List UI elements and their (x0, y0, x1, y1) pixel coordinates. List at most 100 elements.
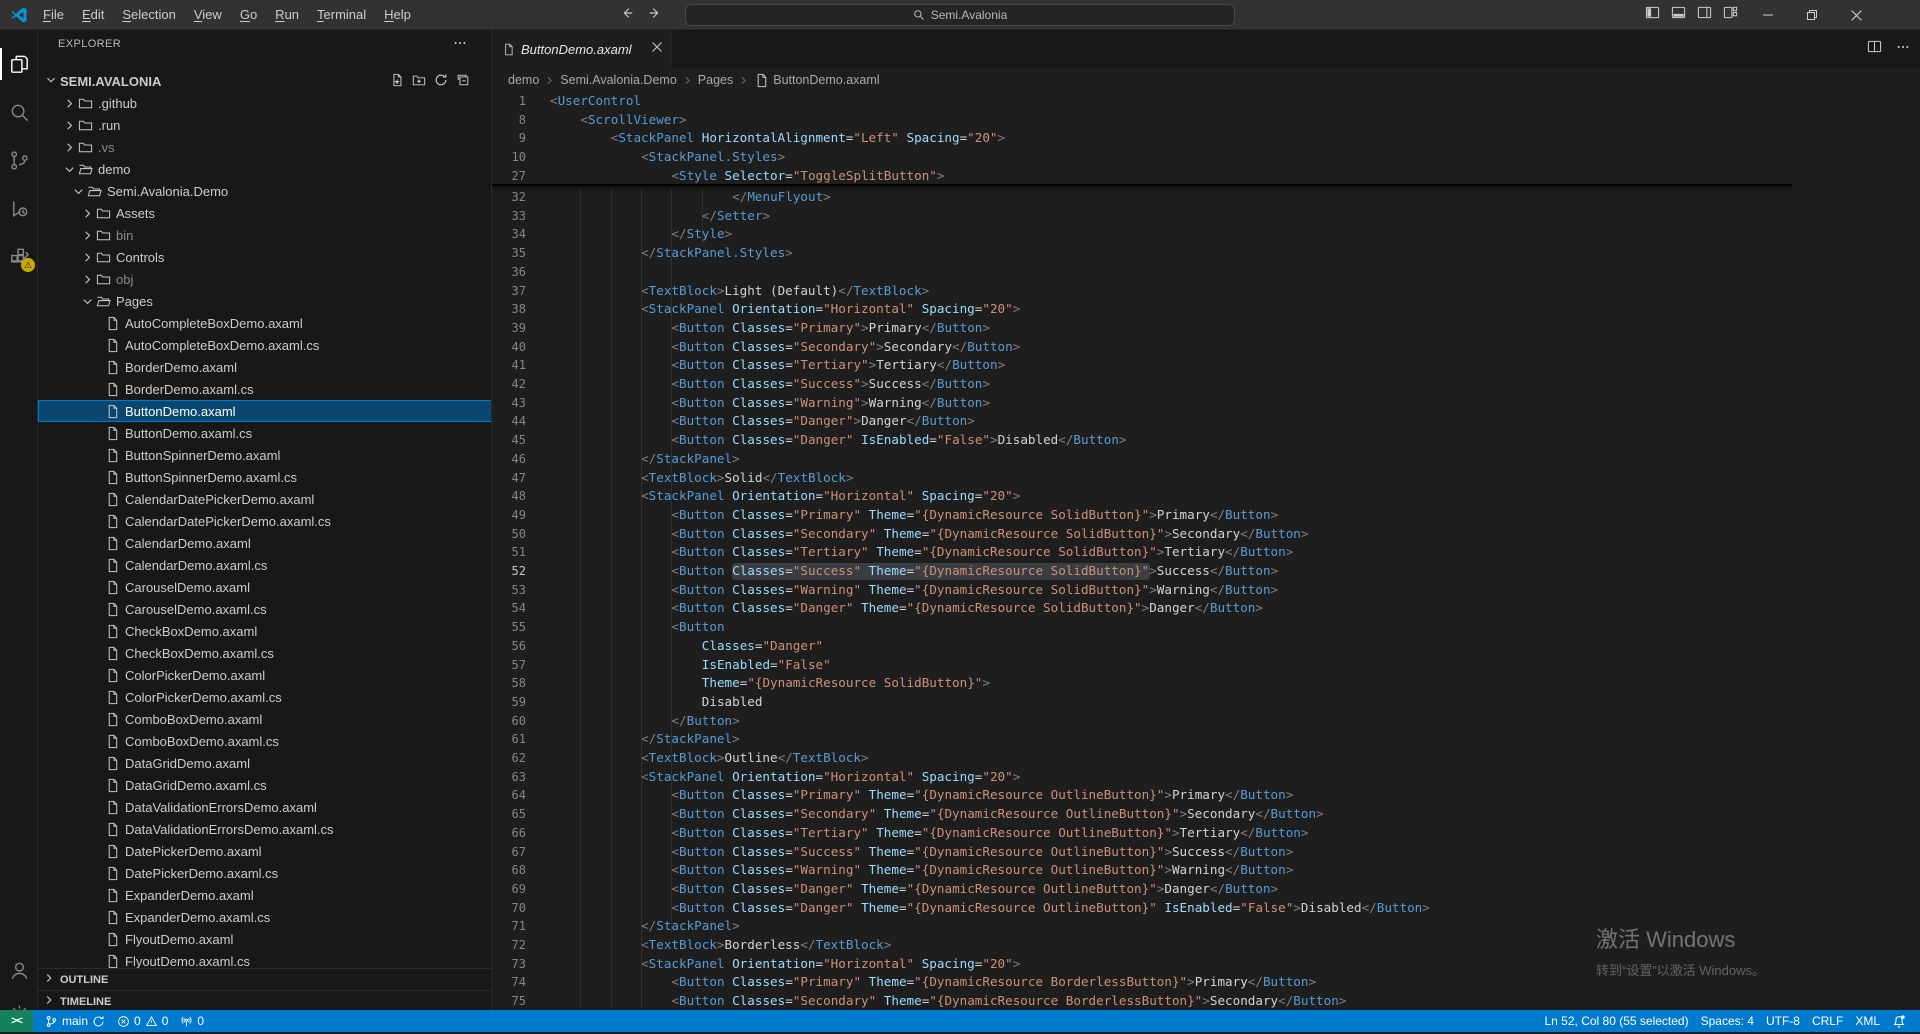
code-line-47[interactable]: 47<TextBlock>Solid</TextBlock> (492, 469, 1792, 488)
command-center-search[interactable]: Semi.Avalonia (685, 4, 1235, 26)
breadcrumb-item-buttondemo.axaml[interactable]: ButtonDemo.axaml (754, 73, 879, 88)
language-mode-item[interactable]: XML (1849, 1010, 1886, 1032)
code-line-68[interactable]: 68<Button Classes="Warning" Theme="{Dyna… (492, 861, 1792, 880)
tree-file-comboboxdemo.axaml[interactable]: ComboBoxDemo.axaml (38, 708, 492, 730)
tree-file-expanderdemo.axaml.cs[interactable]: ExpanderDemo.axaml.cs (38, 906, 492, 928)
tree-file-calendardemo.axaml[interactable]: CalendarDemo.axaml (38, 532, 492, 554)
timeline-section-header[interactable]: TIMELINE (38, 990, 492, 1010)
editor-more-actions-button[interactable] (1896, 40, 1910, 59)
tree-file-checkboxdemo.axaml.cs[interactable]: CheckBoxDemo.axaml.cs (38, 642, 492, 664)
tree-file-datagriddemo.axaml.cs[interactable]: DataGridDemo.axaml.cs (38, 774, 492, 796)
code-line-55[interactable]: 55<Button (492, 618, 1792, 637)
code-line-45[interactable]: 45<Button Classes="Danger" IsEnabled="Fa… (492, 431, 1792, 450)
code-line-50[interactable]: 50<Button Classes="Secondary" Theme="{Dy… (492, 525, 1792, 544)
tree-folder-.github[interactable]: .github (38, 92, 492, 114)
tree-folder-pages[interactable]: Pages (38, 290, 492, 312)
accounts-button[interactable] (0, 950, 38, 990)
tree-file-calendardemo.axaml.cs[interactable]: CalendarDemo.axaml.cs (38, 554, 492, 576)
code-line-43[interactable]: 43<Button Classes="Warning">Warning</But… (492, 394, 1792, 413)
sidebar-item-extensions[interactable]: ⚠ (0, 236, 38, 276)
code-line-33[interactable]: 33</Setter> (492, 207, 1792, 226)
refresh-explorer-button[interactable] (434, 73, 448, 90)
code-line-46[interactable]: 46</StackPanel> (492, 450, 1792, 469)
code-line-63[interactable]: 63<StackPanel Orientation="Horizontal" S… (492, 768, 1792, 787)
code-line-53[interactable]: 53<Button Classes="Warning" Theme="{Dyna… (492, 581, 1792, 600)
explorer-more-actions-button[interactable] (453, 36, 467, 55)
window-close-button[interactable] (1834, 0, 1878, 30)
tree-file-flyoutdemo.axaml[interactable]: FlyoutDemo.axaml (38, 928, 492, 950)
nav-back-button[interactable] (620, 6, 634, 25)
menu-edit[interactable]: Edit (73, 0, 113, 30)
tree-root-semi-avalonia[interactable]: SEMI.AVALONIA (38, 70, 492, 92)
code-line-54[interactable]: 54<Button Classes="Danger" Theme="{Dynam… (492, 599, 1792, 618)
tree-folder-assets[interactable]: Assets (38, 202, 492, 224)
code-line-49[interactable]: 49<Button Classes="Primary" Theme="{Dyna… (492, 506, 1792, 525)
code-line-42[interactable]: 42<Button Classes="Success">Success</But… (492, 375, 1792, 394)
code-line-56[interactable]: 56Classes="Danger" (492, 637, 1792, 656)
tree-folder-semi.avalonia.demo[interactable]: Semi.Avalonia.Demo (38, 180, 492, 202)
code-line-38[interactable]: 38<StackPanel Orientation="Horizontal" S… (492, 300, 1792, 319)
tree-file-buttondemo.axaml.cs[interactable]: ButtonDemo.axaml.cs (38, 422, 492, 444)
code-line-40[interactable]: 40<Button Classes="Secondary">Secondary<… (492, 338, 1792, 357)
toggle-sidebar-button[interactable] (1645, 5, 1660, 25)
code-line-27[interactable]: 27<Style Selector="ToggleSplitButton"> (492, 167, 1792, 186)
code-line-51[interactable]: 51<Button Classes="Tertiary" Theme="{Dyn… (492, 543, 1792, 562)
code-line-60[interactable]: 60</Button> (492, 712, 1792, 731)
tree-file-calendardatepickerdemo.axaml.cs[interactable]: CalendarDatePickerDemo.axaml.cs (38, 510, 492, 532)
toggle-secondary-sidebar-button[interactable] (1697, 5, 1712, 25)
menu-terminal[interactable]: Terminal (308, 0, 375, 30)
split-editor-button[interactable] (1867, 39, 1882, 59)
code-editor[interactable]: 32</MenuFlyout>33</Setter>34</Style>35</… (492, 92, 1792, 1010)
tree-file-carouseldemo.axaml[interactable]: CarouselDemo.axaml (38, 576, 492, 598)
menu-run[interactable]: Run (266, 0, 308, 30)
outline-section-header[interactable]: OUTLINE (38, 968, 492, 990)
code-line-75[interactable]: 75<Button Classes="Secondary" Theme="{Dy… (492, 992, 1792, 1010)
code-line-44[interactable]: 44<Button Classes="Danger">Danger</Butto… (492, 412, 1792, 431)
indentation-item[interactable]: Spaces: 4 (1695, 1010, 1760, 1032)
code-line-41[interactable]: 41<Button Classes="Tertiary">Tertiary</B… (492, 356, 1792, 375)
code-line-1[interactable]: 1<UserControl (492, 92, 1792, 111)
tree-file-expanderdemo.axaml[interactable]: ExpanderDemo.axaml (38, 884, 492, 906)
new-folder-button[interactable] (412, 73, 426, 90)
code-line-62[interactable]: 62<TextBlock>Outline</TextBlock> (492, 749, 1792, 768)
code-line-39[interactable]: 39<Button Classes="Primary">Primary</But… (492, 319, 1792, 338)
tree-file-comboboxdemo.axaml.cs[interactable]: ComboBoxDemo.axaml.cs (38, 730, 492, 752)
eol-item[interactable]: CRLF (1806, 1010, 1849, 1032)
collapse-folders-button[interactable] (456, 73, 470, 90)
code-line-8[interactable]: 8<ScrollViewer> (492, 111, 1792, 130)
tab-close-button[interactable] (651, 40, 663, 58)
tree-folder-demo[interactable]: demo (38, 158, 492, 180)
code-line-52[interactable]: 52<Button Classes="Success" Theme="{Dyna… (492, 562, 1792, 581)
customize-layout-button[interactable] (1723, 5, 1738, 25)
code-line-72[interactable]: 72<TextBlock>Borderless</TextBlock> (492, 936, 1792, 955)
code-line-36[interactable]: 36 (492, 263, 1792, 282)
tree-folder-controls[interactable]: Controls (38, 246, 492, 268)
code-line-48[interactable]: 48<StackPanel Orientation="Horizontal" S… (492, 487, 1792, 506)
tree-file-autocompleteboxdemo.axaml[interactable]: AutoCompleteBoxDemo.axaml (38, 312, 492, 334)
tree-folder-.run[interactable]: .run (38, 114, 492, 136)
menu-help[interactable]: Help (375, 0, 420, 30)
new-file-button[interactable] (390, 73, 404, 90)
tree-file-buttonspinnerdemo.axaml.cs[interactable]: ButtonSpinnerDemo.axaml.cs (38, 466, 492, 488)
code-line-69[interactable]: 69<Button Classes="Danger" Theme="{Dynam… (492, 880, 1792, 899)
code-line-61[interactable]: 61</StackPanel> (492, 730, 1792, 749)
ports-status-item[interactable]: 0 (174, 1010, 210, 1032)
tree-folder-obj[interactable]: obj (38, 268, 492, 290)
tree-file-borderdemo.axaml[interactable]: BorderDemo.axaml (38, 356, 492, 378)
notifications-bell-button[interactable] (1886, 1010, 1912, 1032)
menu-file[interactable]: File (34, 0, 73, 30)
nav-forward-button[interactable] (648, 6, 662, 25)
sidebar-item-search[interactable] (0, 92, 38, 132)
sidebar-item-explorer[interactable] (0, 44, 38, 84)
tree-file-borderdemo.axaml.cs[interactable]: BorderDemo.axaml.cs (38, 378, 492, 400)
code-line-71[interactable]: 71</StackPanel> (492, 917, 1792, 936)
sidebar-item-source-control[interactable] (0, 140, 38, 180)
code-line-37[interactable]: 37<TextBlock>Light (Default)</TextBlock> (492, 282, 1792, 301)
tree-file-datavalidationerrorsdemo.axaml.cs[interactable]: DataValidationErrorsDemo.axaml.cs (38, 818, 492, 840)
breadcrumb-item-pages[interactable]: Pages (698, 73, 733, 87)
tree-folder-.vs[interactable]: .vs (38, 136, 492, 158)
code-line-34[interactable]: 34</Style> (492, 225, 1792, 244)
tree-file-datepickerdemo.axaml.cs[interactable]: DatePickerDemo.axaml.cs (38, 862, 492, 884)
code-line-73[interactable]: 73<StackPanel Orientation="Horizontal" S… (492, 955, 1792, 974)
tree-file-carouseldemo.axaml.cs[interactable]: CarouselDemo.axaml.cs (38, 598, 492, 620)
